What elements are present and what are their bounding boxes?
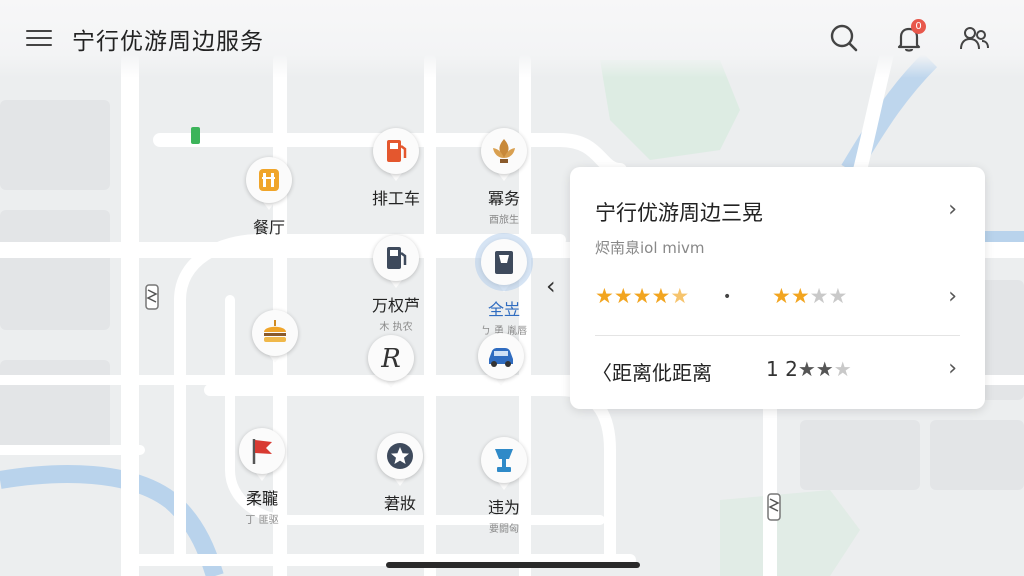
- poi-food[interactable]: [235, 310, 315, 363]
- divider: [595, 335, 960, 336]
- card-subtitle: 烬南臮iol mivm: [595, 239, 705, 257]
- poi-service[interactable]: 冪务 酉旅生: [464, 128, 544, 226]
- poi-label: 万权芦: [371, 296, 420, 315]
- poi-gas-station[interactable]: 排工车: [356, 128, 436, 211]
- gas-pump-icon: [373, 128, 419, 174]
- poi-sublabel: 要闘匈: [489, 524, 519, 535]
- trophy-icon: [481, 437, 527, 483]
- search-icon[interactable]: [828, 22, 860, 54]
- booth-icon: [481, 239, 527, 285]
- transit-marker-icon: [191, 127, 200, 144]
- chevron-right-icon[interactable]: ›: [948, 197, 957, 222]
- poi-sublabel: 酉旅生: [489, 215, 519, 226]
- user-group-icon[interactable]: [958, 22, 990, 54]
- notification-badge: 0: [911, 19, 926, 34]
- poi-restaurant[interactable]: 餐厅: [229, 157, 309, 238]
- poi-gas-station-2[interactable]: 万权芦 木 执农: [356, 235, 436, 333]
- road-shield-icon: [767, 493, 781, 521]
- poi-label: 莙妝: [383, 494, 416, 513]
- rating-stars-b: ★★★★: [772, 284, 848, 308]
- poi-trophy[interactable]: 违为 要闘匈: [464, 437, 544, 535]
- poi-flag[interactable]: 柔䏊 丁 匪驱: [222, 428, 302, 526]
- poi-label: 柔䏊: [245, 489, 278, 508]
- distance-label: 〈距离仳距离: [592, 361, 712, 385]
- rating-stars-a: ★★★★★: [595, 284, 690, 308]
- poi-label: 全岦: [487, 300, 520, 319]
- poi-car[interactable]: [461, 333, 541, 386]
- menu-icon[interactable]: [26, 26, 52, 50]
- poi-label: 冪务: [487, 189, 520, 208]
- lotus-icon: [481, 128, 527, 174]
- distance-value: 1 2★★★: [766, 357, 852, 381]
- flag-icon: [239, 428, 285, 474]
- star-badge-icon: [377, 433, 423, 479]
- poi-selected[interactable]: 全岦 ㄅ 勇 胤唇: [464, 239, 544, 337]
- chevron-right-icon[interactable]: ›: [948, 284, 957, 309]
- poi-label: 排工车: [371, 189, 420, 208]
- top-bar: 宁行优游周边服务 0: [0, 0, 1024, 78]
- svg-text:R: R: [380, 344, 401, 373]
- home-indicator[interactable]: [386, 562, 640, 568]
- burger-icon: [252, 310, 298, 356]
- poi-label: 违为: [487, 498, 520, 517]
- poi-r[interactable]: R: [351, 335, 431, 388]
- poi-sublabel: 木 执农: [379, 322, 413, 333]
- collapse-panel-chevron-icon[interactable]: ‹: [546, 272, 556, 300]
- road-shield-icon: [145, 284, 159, 310]
- separator-dot: •: [723, 289, 732, 305]
- notification-bell-icon[interactable]: 0: [893, 19, 926, 54]
- poi-sublabel: 丁 匪驱: [245, 515, 279, 526]
- letter-r-icon: R: [368, 335, 414, 381]
- chevron-right-icon[interactable]: ›: [948, 356, 957, 381]
- gas-pump-icon: [373, 235, 419, 281]
- fork-knife-icon: [246, 157, 292, 203]
- poi-star[interactable]: 莙妝: [360, 433, 440, 514]
- car-icon: [478, 333, 524, 379]
- poi-label: 餐厅: [252, 218, 285, 237]
- page-title: 宁行优游周边服务: [72, 29, 264, 55]
- poi-info-card: 宁行优游周边三晃 › 烬南臮iol mivm ★★★★★ • ★★★★ › 〈距…: [570, 167, 985, 409]
- card-title: 宁行优游周边三晃: [595, 201, 763, 225]
